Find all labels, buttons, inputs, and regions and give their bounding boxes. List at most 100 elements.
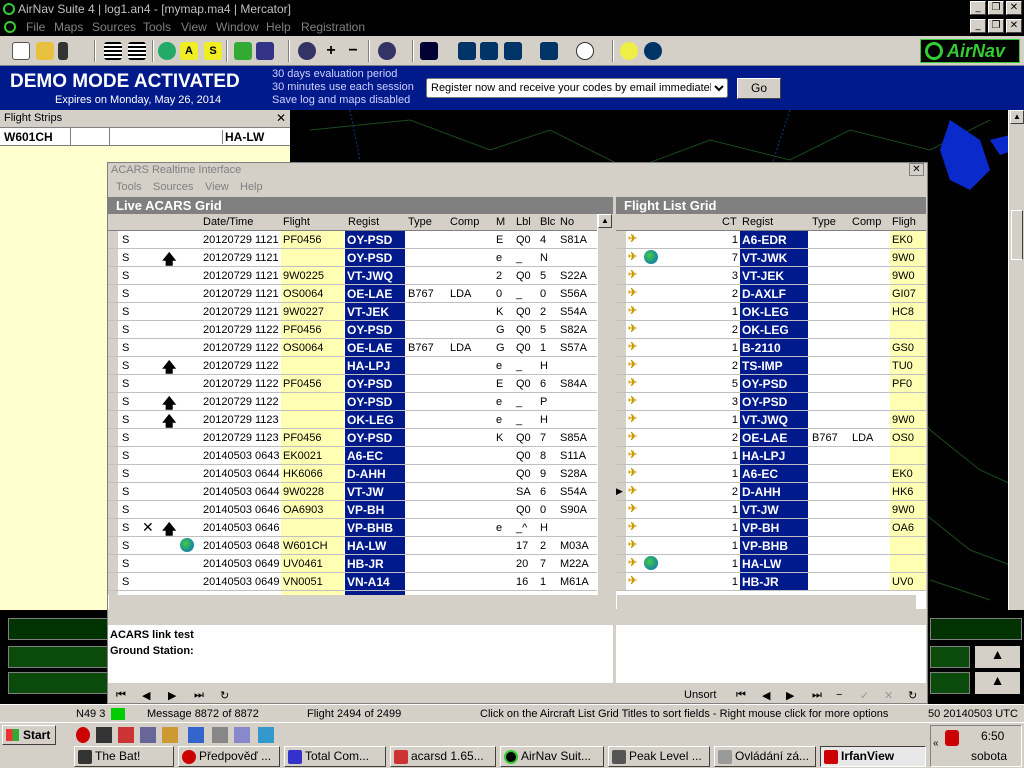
layers-icon[interactable]: [504, 42, 522, 60]
sun-icon[interactable]: [620, 42, 638, 60]
quick-launch-icon-9[interactable]: [258, 727, 274, 743]
menu-tools[interactable]: Tools: [143, 20, 171, 34]
live-acars-row[interactable]: S 20120729 1121 K Q0 2 S54A 9W0227 VT-JEK: [108, 303, 613, 321]
flight-list-row[interactable]: ✈ 5 OY-PSD PF0: [616, 375, 926, 393]
next-icon[interactable]: ▶: [168, 689, 176, 702]
list-last-icon[interactable]: ⏭: [812, 689, 822, 702]
live-acars-row[interactable]: S 20120729 1123 K Q0 7 S85A PF0456 OY-PSD: [108, 429, 613, 447]
col-flight[interactable]: Flight: [283, 216, 310, 228]
flight-list-row[interactable]: ✈ 1 HA-LPJ: [616, 447, 926, 465]
acars-menu-tools[interactable]: Tools: [116, 181, 142, 193]
live-acars-row[interactable]: S 20120729 1121 B767 LDA 0 _ 0 S56A OS0064 OE-LAE: [108, 285, 613, 303]
acars-menu-view[interactable]: View: [205, 181, 229, 193]
list-col-regist[interactable]: Regist: [742, 216, 773, 228]
acars-close-icon[interactable]: ✕: [909, 163, 924, 176]
task-peaklevel[interactable]: Peak Level ...: [608, 746, 710, 767]
delete-icon[interactable]: −: [836, 689, 842, 701]
flight-list-row[interactable]: ✈ 1 A6-EDR EK0: [616, 231, 926, 249]
col-comp[interactable]: Comp: [450, 216, 479, 228]
live-acars-row[interactable]: S 20140503 0646 Q0 0 S90A OA6903 VP-BH: [108, 501, 613, 519]
grid-icon[interactable]: [128, 42, 146, 60]
map-icon[interactable]: [420, 42, 438, 60]
open-folder-icon[interactable]: [36, 42, 54, 60]
menu-file[interactable]: File: [26, 20, 45, 34]
list-col-type[interactable]: Type: [812, 216, 836, 228]
quick-launch-icon-7[interactable]: [212, 727, 228, 743]
prev-icon[interactable]: ◀: [142, 689, 150, 702]
go-button[interactable]: Go: [737, 78, 781, 99]
map-scrollbar[interactable]: ▲: [1008, 110, 1024, 610]
quick-launch-icon-3[interactable]: [118, 727, 134, 743]
flight-list-row[interactable]: ✈ 2 OK-LEG: [616, 321, 926, 339]
task-irfanview[interactable]: IrfanView: [820, 746, 926, 767]
up-arrow-button-2[interactable]: ▲: [975, 672, 1020, 694]
save-icon[interactable]: [58, 42, 68, 60]
flight-list-row[interactable]: ✈ 1 VT-JW 9W0: [616, 501, 926, 519]
quick-launch-icon-8[interactable]: [234, 727, 250, 743]
live-acars-row[interactable]: S 20120729 1122 G Q0 5 S82A PF0456 OY-PSD: [108, 321, 613, 339]
col-lbl[interactable]: Lbl: [516, 216, 531, 228]
flight-list-row[interactable]: ✈ 2 OE-LAE B767 LDA OS0: [616, 429, 926, 447]
live-acars-row[interactable]: S 20140503 0649 16 1 M61A VN0051 VN-A14: [108, 573, 613, 591]
menu-view[interactable]: View: [181, 20, 207, 34]
list-col-comp[interactable]: Comp: [852, 216, 881, 228]
quick-launch-icon-5[interactable]: [162, 727, 178, 743]
list-first-icon[interactable]: ⏮: [736, 689, 746, 702]
flight-list-grid[interactable]: Flight List Grid CT Regist Type Comp Fli…: [616, 197, 926, 609]
zoom-out-icon[interactable]: −: [344, 42, 362, 60]
unsort-button[interactable]: Unsort: [684, 689, 716, 701]
quick-launch-icon-4[interactable]: [140, 727, 156, 743]
live-acars-row[interactable]: S 20140503 0646 e _^ H VP-BHB ✕ 🡅: [108, 519, 613, 537]
flight-list-row[interactable]: ✈ 2 D-AXLF GI07: [616, 285, 926, 303]
live-acars-row[interactable]: S 20140503 0644 SA 6 S54A 9W0228 VT-JW: [108, 483, 613, 501]
flight-list-row[interactable]: ✈ 1 OK-LEG HC8: [616, 303, 926, 321]
live-acars-row[interactable]: S 20120729 1121 E Q0 4 S81A PF0456 OY-PSD: [108, 231, 613, 249]
menu-help[interactable]: Help: [266, 20, 291, 34]
flight-list-row[interactable]: ✈ 1 VP-BH OA6: [616, 519, 926, 537]
col-no[interactable]: No: [560, 216, 574, 228]
grid-map-icon[interactable]: [458, 42, 476, 60]
zoom-in-icon[interactable]: +: [322, 42, 340, 60]
menu-maps[interactable]: Maps: [54, 20, 83, 34]
radio-icon[interactable]: [256, 42, 274, 60]
menu-window[interactable]: Window: [216, 20, 259, 34]
tray-clock[interactable]: 6:50: [981, 729, 1004, 743]
live-acars-row[interactable]: S 20120729 1123 e _ H OK-LEG 🡅: [108, 411, 613, 429]
clock-icon[interactable]: [576, 42, 594, 60]
flight-list-row[interactable]: ✈ 7 VT-JWK 9W0: [616, 249, 926, 267]
target-icon[interactable]: [298, 42, 316, 60]
flight-list-row[interactable]: ✈ 1 B-2110 GS0: [616, 339, 926, 357]
s-icon[interactable]: S: [204, 42, 222, 60]
a-icon[interactable]: A: [180, 42, 198, 60]
live-acars-row[interactable]: S 20140503 0648 17 2 M03A W601CH HA-LW: [108, 537, 613, 555]
quick-launch-icon-6[interactable]: [188, 727, 204, 743]
flight-list-row[interactable]: ✈ 3 VT-JEK 9W0: [616, 267, 926, 285]
acars-message-box[interactable]: ACARS link test Ground Station:: [108, 625, 613, 683]
route-icon[interactable]: [480, 42, 498, 60]
task-airnav[interactable]: AirNav Suit...: [500, 746, 604, 767]
col-m[interactable]: M: [496, 216, 505, 228]
tray-expand-icon[interactable]: «: [933, 738, 939, 749]
up-arrow-button-1[interactable]: ▲: [975, 646, 1020, 668]
quick-launch-icon-1[interactable]: [76, 727, 90, 743]
shield-icon[interactable]: [945, 730, 959, 746]
register-select[interactable]: Register now and receive your codes by e…: [426, 78, 728, 98]
flight-detail-box[interactable]: [616, 625, 926, 683]
menu-sources[interactable]: Sources: [92, 20, 136, 34]
col-blc[interactable]: Blc: [540, 216, 555, 228]
col-type[interactable]: Type: [408, 216, 432, 228]
quick-launch-icon-2[interactable]: [96, 727, 112, 743]
restore-button[interactable]: ❐: [988, 1, 1004, 15]
confirm-icon[interactable]: ✓: [860, 689, 869, 702]
child-close-button[interactable]: ✕: [1006, 19, 1022, 33]
new-file-icon[interactable]: [12, 42, 30, 60]
check-icon[interactable]: [234, 42, 252, 60]
acars-menu-sources[interactable]: Sources: [153, 181, 193, 193]
list-col-ct[interactable]: CT: [722, 216, 737, 228]
radar-icon[interactable]: [378, 42, 396, 60]
live-grid-scrollbar[interactable]: ▲ ▼: [597, 214, 613, 609]
live-acars-row[interactable]: S 20120729 1122 e _ P OY-PSD 🡅: [108, 393, 613, 411]
flight-list-row[interactable]: ✈ 1 VT-JWQ 9W0: [616, 411, 926, 429]
minimize-button[interactable]: _: [970, 1, 986, 15]
start-button[interactable]: Start: [2, 725, 56, 745]
